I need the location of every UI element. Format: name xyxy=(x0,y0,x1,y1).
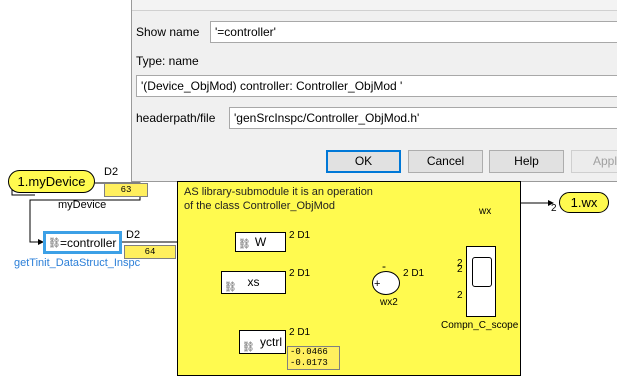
scope-caption: Compn_C_scope xyxy=(441,320,519,331)
show-name-label: Show name xyxy=(136,25,200,39)
goto-port-label: 2 xyxy=(551,203,557,214)
controller-caption: getTinit_DataStruct_Inspc xyxy=(14,257,141,269)
xs-port-label: 2 D1 xyxy=(289,268,311,279)
wx-signal-label: wx xyxy=(479,206,492,217)
link-icon: ⛓ xyxy=(224,282,237,293)
link-icon: ⛓ xyxy=(242,342,255,353)
subsystem-note-line2: of the class Controller_ObjMod xyxy=(184,200,336,212)
scope-port-2: 2 xyxy=(457,264,463,275)
xs-block[interactable]: ⛓ xs xyxy=(221,271,286,294)
headerpath-label: headerpath/file xyxy=(136,111,216,125)
display-yctrl[interactable]: -0.0466 -0.0173 xyxy=(287,346,340,370)
w-block-label: W xyxy=(254,235,267,249)
subsystem-note: AS library-submodule it is an operation … xyxy=(184,185,373,213)
sum-caption: wx2 xyxy=(380,297,398,308)
block-parameters-dialog: Show name '=controller' Type: name '(Dev… xyxy=(131,0,617,182)
display-yctrl-value-2: -0.0173 xyxy=(290,358,328,368)
display-yctrl-value-1: -0.0466 xyxy=(290,347,328,357)
from-port-label: D2 xyxy=(104,166,119,178)
help-button[interactable]: Help xyxy=(489,150,564,173)
show-name-field[interactable]: '=controller' xyxy=(210,21,617,43)
signal-label-mydevice: myDevice xyxy=(58,199,107,211)
xs-block-label: xs xyxy=(247,275,260,289)
sum-plus-sign: + xyxy=(374,278,381,290)
scope-screen-icon xyxy=(472,257,492,287)
controller-block[interactable]: ⛓ =controller xyxy=(43,231,122,254)
headerpath-field[interactable]: 'genSrcInspc/Controller_ObjMod.h' xyxy=(229,107,617,129)
dialog-top-strip xyxy=(132,0,617,11)
yctrl-block[interactable]: ⛓ yctrl xyxy=(239,330,286,354)
controller-port-label: D2 xyxy=(126,229,141,241)
yctrl-port-label: 2 D1 xyxy=(289,327,311,338)
type-field[interactable]: '(Device_ObjMod) controller: Controller_… xyxy=(136,75,617,97)
ok-button[interactable]: OK xyxy=(326,150,401,173)
scope-port-3: 2 xyxy=(457,290,463,301)
goto-wx-tag[interactable]: 1.wx xyxy=(559,192,609,213)
yctrl-block-label: yctrl xyxy=(260,335,282,349)
link-icon: ⛓ xyxy=(48,238,61,249)
sum-minus-sign: - xyxy=(382,259,386,273)
cancel-button[interactable]: Cancel xyxy=(408,150,483,173)
display-63[interactable]: 63 xyxy=(104,183,148,197)
from-mydevice-tag[interactable]: 1.myDevice xyxy=(8,170,95,193)
link-icon: ⛓ xyxy=(238,239,251,250)
controller-block-label: =controller xyxy=(60,236,117,250)
subsystem-note-line1: AS library-submodule it is an operation xyxy=(184,186,373,198)
w-port-label: 2 D1 xyxy=(289,230,311,241)
w-block[interactable]: ⛓ W xyxy=(235,232,286,252)
sum-port-label: 2 D1 xyxy=(403,268,425,279)
type-label: Type: name xyxy=(136,54,199,68)
scope-block[interactable] xyxy=(466,246,496,317)
apply-button[interactable]: Apply xyxy=(571,150,617,173)
